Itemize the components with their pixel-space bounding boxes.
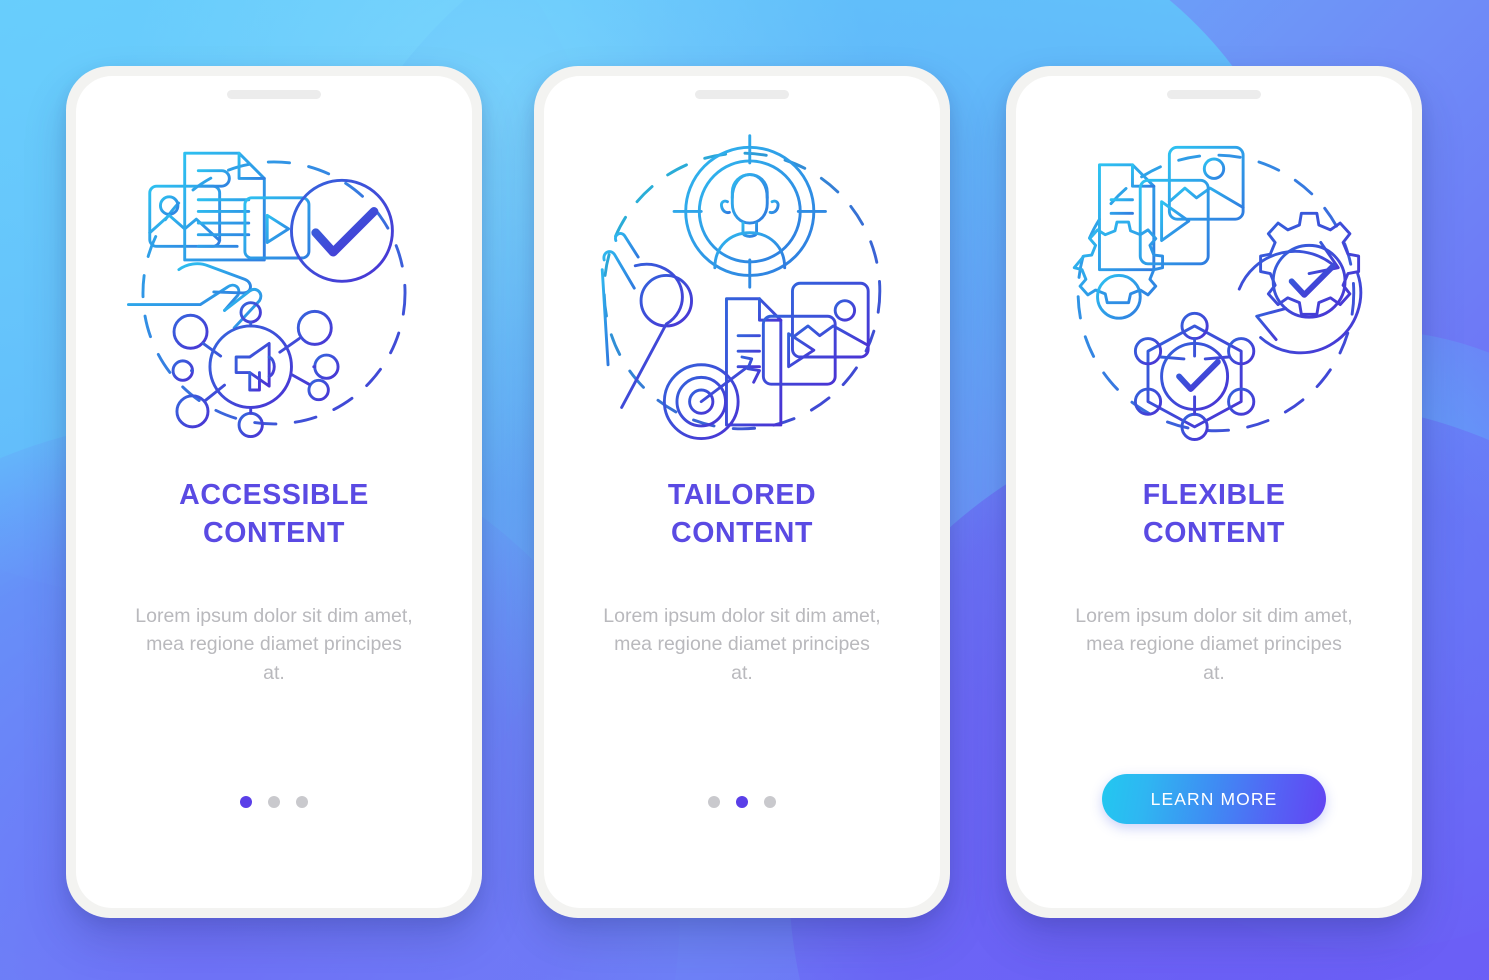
pagination-dot-2[interactable] — [268, 796, 280, 808]
onboarding-screens: ACCESSIBLE CONTENT Lorem ipsum dolor sit… — [0, 0, 1489, 980]
accessible-content-illustration — [109, 121, 439, 461]
title-line-1: FLEXIBLE — [1142, 479, 1286, 511]
tailored-content-illustration — [577, 121, 907, 461]
pagination-dot-2[interactable] — [736, 796, 748, 808]
speaker-grille-icon — [695, 90, 789, 99]
flexible-content-illustration — [1049, 121, 1379, 461]
title-line-1: ACCESSIBLE — [179, 479, 369, 511]
page-title-accessible-content: ACCESSIBLE CONTENT — [179, 477, 369, 552]
phone-mockup-flexible-content: FLEXIBLE CONTENT Lorem ipsum dolor sit d… — [1006, 66, 1422, 918]
page-title-flexible-content: FLEXIBLE CONTENT — [1143, 477, 1286, 552]
title-line-2: CONTENT — [671, 516, 813, 549]
body-text: Lorem ipsum dolor sit dim amet, mea regi… — [135, 605, 413, 684]
body-text: Lorem ipsum dolor sit dim amet, mea regi… — [603, 605, 881, 684]
screen-accessible-content: ACCESSIBLE CONTENT Lorem ipsum dolor sit… — [76, 76, 472, 908]
pagination-dots[interactable] — [240, 796, 308, 808]
pagination-dot-1[interactable] — [708, 796, 720, 808]
title-line-2: CONTENT — [203, 516, 345, 549]
title-line-2: CONTENT — [1143, 516, 1285, 549]
body-text: Lorem ipsum dolor sit dim amet, mea regi… — [1075, 605, 1353, 684]
pagination-dots[interactable] — [708, 796, 776, 808]
learn-more-button[interactable]: LEARN MORE — [1102, 774, 1326, 824]
title-line-1: TAILORED — [667, 479, 817, 511]
screen-tailored-content: TAILORED CONTENT Lorem ipsum dolor sit d… — [544, 76, 940, 908]
pagination-dot-3[interactable] — [296, 796, 308, 808]
dashed-circle — [141, 160, 407, 426]
speaker-grille-icon — [227, 90, 321, 99]
phone-mockup-tailored-content: TAILORED CONTENT Lorem ipsum dolor sit d… — [534, 66, 950, 918]
screen-flexible-content: FLEXIBLE CONTENT Lorem ipsum dolor sit d… — [1016, 76, 1412, 908]
pagination-dot-3[interactable] — [764, 796, 776, 808]
dashed-circle — [602, 151, 882, 431]
phone-mockup-accessible-content: ACCESSIBLE CONTENT Lorem ipsum dolor sit… — [66, 66, 482, 918]
page-title-tailored-content: TAILORED CONTENT — [668, 477, 816, 552]
speaker-grille-icon — [1167, 90, 1261, 99]
dashed-circle — [1076, 153, 1356, 433]
pagination-dot-1[interactable] — [240, 796, 252, 808]
